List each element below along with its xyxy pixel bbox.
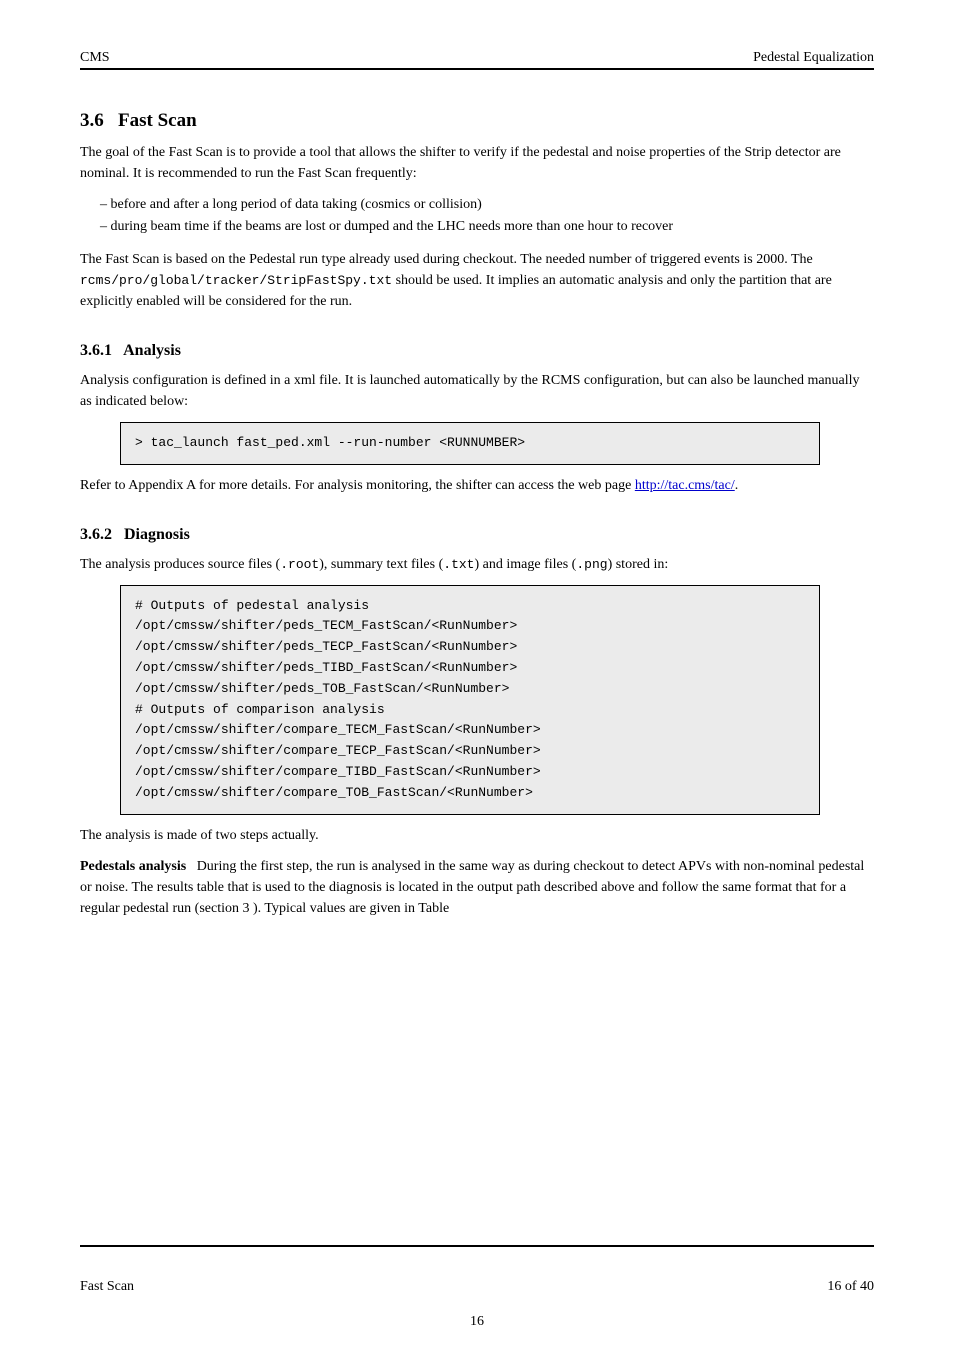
analysis-text-after: Refer to Appendix A for more details. Fo… xyxy=(80,475,874,496)
page-number: 16 xyxy=(0,1314,954,1330)
inline-code: .png xyxy=(576,557,607,572)
appendix-ref: A xyxy=(186,478,195,493)
header-right: Pedestal Equalization xyxy=(753,50,874,66)
page: CMS Pedestal Equalization 3.6 Fast Scan … xyxy=(0,0,954,1350)
header-row: CMS Pedestal Equalization xyxy=(80,50,874,66)
list-item: before and after a long period of data t… xyxy=(100,194,874,216)
divider-bottom xyxy=(80,1245,874,1247)
section-title: Fast Scan xyxy=(118,110,197,131)
subsection-title: Diagnosis xyxy=(124,526,190,543)
inline-code: rcms/pro/global/tracker/StripFastSpy.txt xyxy=(80,273,392,288)
intro-paragraph-2: The Fast Scan is based on the Pedestal r… xyxy=(80,249,874,312)
footer: Fast Scan 16 of 40 xyxy=(80,1279,874,1295)
list-item: during beam time if the beams are lost o… xyxy=(100,216,874,238)
subsection-title: Analysis xyxy=(123,342,181,359)
subsection-heading-diagnosis: 3.6.2 Diagnosis xyxy=(80,526,874,544)
tac-link[interactable]: http://tac.cms/tac/ xyxy=(635,478,735,493)
section-number: 3.6 xyxy=(80,110,104,131)
section-heading: 3.6 Fast Scan xyxy=(80,110,874,132)
diagnosis-paragraph-2: The analysis is made of two steps actual… xyxy=(80,825,874,846)
header-left: CMS xyxy=(80,50,110,66)
pedestals-label: Pedestals analysis xyxy=(80,859,186,874)
section-ref: 3 xyxy=(243,901,250,916)
subsection-heading-analysis: 3.6.1 Analysis xyxy=(80,342,874,360)
code-box-diagnosis: # Outputs of pedestal analysis /opt/cmss… xyxy=(120,585,820,815)
footer-left: Fast Scan xyxy=(80,1279,134,1295)
code-box-analysis: > tac_launch fast_ped.xml --run-number <… xyxy=(120,422,820,465)
inline-code: .root xyxy=(280,557,319,572)
diagnosis-paragraph-1: The analysis produces source files (.roo… xyxy=(80,554,874,575)
analysis-text-before: Analysis configuration is defined in a x… xyxy=(80,370,874,412)
subsection-number: 3.6.1 xyxy=(80,342,112,359)
intro-bullets: before and after a long period of data t… xyxy=(100,194,874,239)
inline-code: .txt xyxy=(443,557,474,572)
subsection-number: 3.6.2 xyxy=(80,526,112,543)
footer-right: 16 of 40 xyxy=(827,1279,874,1295)
intro-paragraph-1: The goal of the Fast Scan is to provide … xyxy=(80,142,874,184)
divider-top xyxy=(80,68,874,70)
pedestals-paragraph: Pedestals analysis During the first step… xyxy=(80,856,874,919)
